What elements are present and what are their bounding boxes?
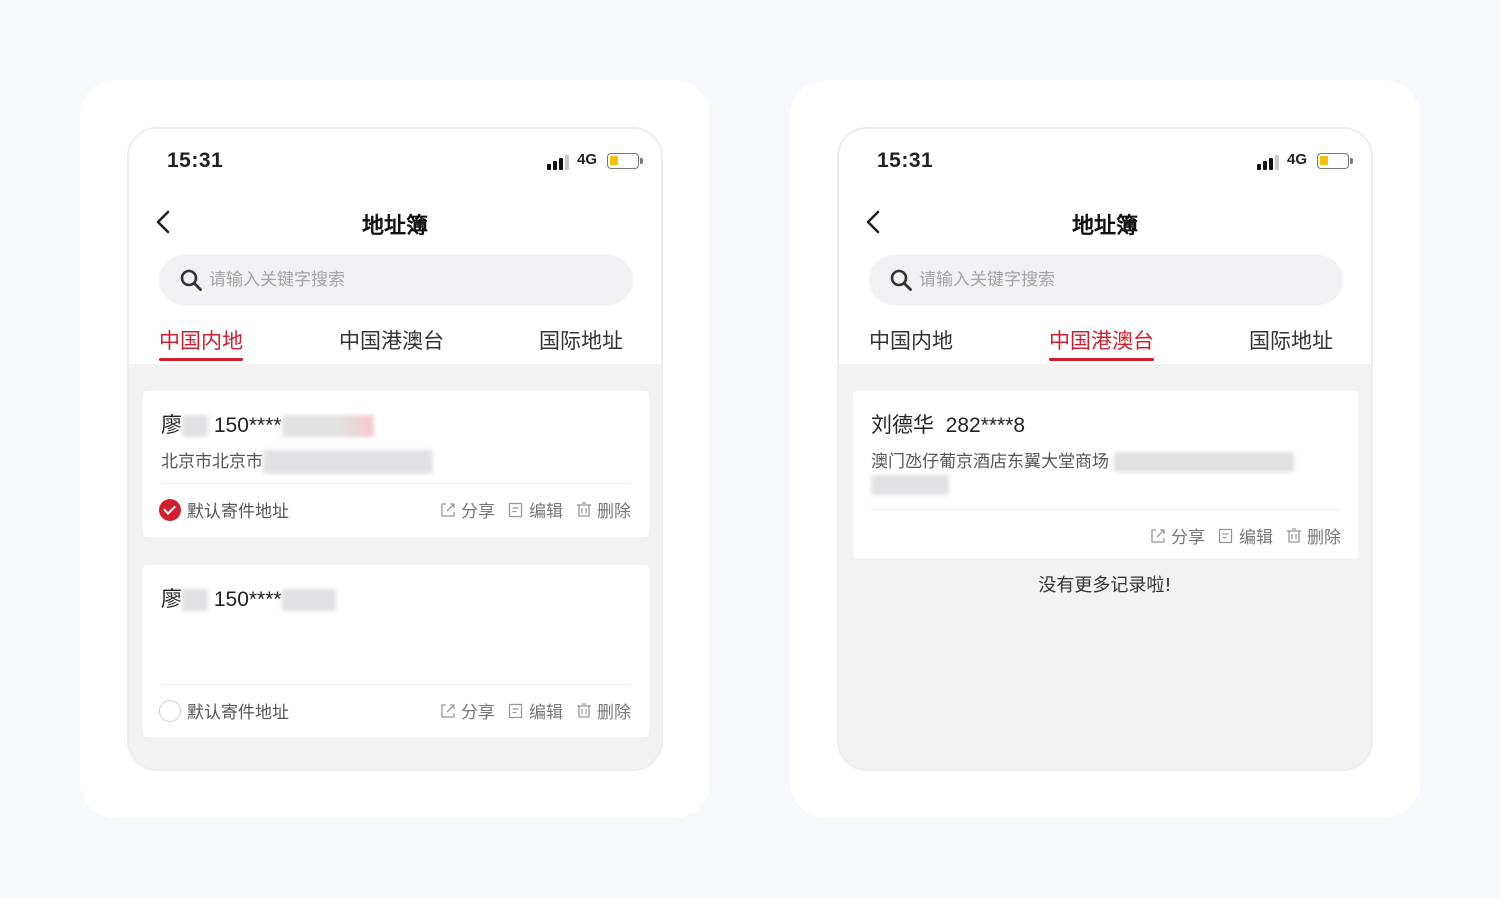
- tab-hk-macau-taiwan[interactable]: 中国港澳台: [1049, 325, 1154, 361]
- edit-label: 编辑: [529, 703, 563, 723]
- search-input[interactable]: [919, 255, 1319, 305]
- divider: [871, 509, 1341, 510]
- edit-icon: [508, 502, 523, 517]
- default-sender-toggle[interactable]: 默认寄件地址: [159, 698, 289, 723]
- edit-button[interactable]: 编辑: [507, 497, 563, 522]
- battery-icon: [607, 153, 643, 169]
- contact-line: 刘德华 282****8: [871, 409, 1025, 439]
- delete-button[interactable]: 删除: [575, 497, 631, 522]
- contact-name: 刘德华: [871, 414, 934, 437]
- delete-label: 删除: [597, 502, 631, 522]
- address-line: 北京市北京市: [161, 447, 433, 474]
- search-input[interactable]: [209, 255, 609, 305]
- phone-frame: 15:31 4G 地址簿 中国内地: [837, 127, 1373, 771]
- network-label: 4G: [1287, 151, 1308, 168]
- contact-phone: 282****8: [945, 414, 1026, 437]
- share-label: 分享: [461, 502, 495, 522]
- edit-icon: [508, 703, 523, 718]
- tab-international[interactable]: 国际地址: [1249, 325, 1333, 355]
- share-label: 分享: [461, 703, 495, 723]
- address-text: 北京市北京市: [161, 452, 263, 472]
- status-bar: 15:31 4G: [129, 129, 661, 199]
- edit-button[interactable]: 编辑: [507, 698, 563, 723]
- trash-icon: [1287, 527, 1301, 543]
- tab-mainland[interactable]: 中国内地: [869, 325, 953, 355]
- share-label: 分享: [1171, 528, 1205, 548]
- page-title: 地址簿: [361, 214, 428, 239]
- address-card[interactable]: 廖 150**** 北京市北京市 默认寄件地址 分享 编辑 删除: [143, 391, 649, 537]
- card-actions: 分享 编辑 删除: [439, 497, 631, 522]
- signal-icon: [547, 154, 571, 170]
- trash-icon: [577, 702, 591, 718]
- phone-frame: 15:31 4G 地址簿 中国内地: [127, 127, 663, 771]
- redacted-block: [281, 415, 374, 438]
- tab-mainland[interactable]: 中国内地: [159, 325, 243, 361]
- delete-label: 删除: [1307, 528, 1341, 548]
- signal-icon: [1257, 154, 1281, 170]
- address-card[interactable]: 廖 150**** 默认寄件地址 分享 编辑 删除: [143, 565, 649, 737]
- contact-line: 廖 150****: [161, 583, 336, 613]
- search-bar[interactable]: [869, 255, 1343, 305]
- header-area: 15:31 4G 地址簿 中国内地: [839, 129, 1371, 364]
- delete-label: 删除: [597, 703, 631, 723]
- edit-label: 编辑: [529, 502, 563, 522]
- card-actions: 分享 编辑 删除: [1149, 523, 1341, 548]
- redacted-block: [182, 415, 208, 438]
- screen-panel-hk-macau-taiwan: 15:31 4G 地址簿 中国内地: [790, 80, 1420, 818]
- contact-name: 廖: [161, 588, 182, 611]
- divider: [161, 483, 631, 484]
- screen-panel-mainland: 15:31 4G 地址簿 中国内地: [80, 80, 710, 818]
- redacted-block: [871, 475, 949, 495]
- contact-phone: 150****: [213, 414, 282, 437]
- region-tabs: 中国内地 中国港澳台 国际地址: [129, 325, 661, 364]
- share-icon: [1151, 528, 1165, 543]
- redacted-block: [281, 589, 336, 612]
- share-button[interactable]: 分享: [1149, 523, 1205, 548]
- share-icon: [441, 703, 455, 718]
- search-icon: [180, 269, 202, 291]
- checked-radio-icon[interactable]: [159, 498, 181, 521]
- search-icon: [890, 269, 912, 291]
- status-bar: 15:31 4G: [839, 129, 1371, 199]
- default-label: 默认寄件地址: [187, 502, 289, 522]
- tab-international[interactable]: 国际地址: [539, 325, 623, 355]
- address-line: 澳门氹仔葡京酒店东翼大堂商场: [871, 447, 1295, 472]
- default-sender-toggle[interactable]: 默认寄件地址: [159, 497, 289, 522]
- tab-hk-macau-taiwan[interactable]: 中国港澳台: [339, 325, 444, 355]
- share-button[interactable]: 分享: [439, 698, 495, 723]
- contact-phone: 150****: [213, 588, 282, 611]
- trash-icon: [577, 501, 591, 517]
- contact-line: 廖 150****: [161, 409, 374, 439]
- status-time: 15:31: [167, 149, 224, 172]
- header-area: 15:31 4G 地址簿 中国内地: [129, 129, 661, 364]
- address-text: 澳门氹仔葡京酒店东翼大堂商场: [871, 452, 1109, 472]
- default-label: 默认寄件地址: [187, 703, 289, 723]
- network-label: 4G: [577, 151, 598, 168]
- nav-bar: 地址簿: [839, 201, 1371, 245]
- unchecked-radio-icon[interactable]: [159, 699, 181, 722]
- battery-icon: [1317, 153, 1353, 169]
- redacted-block: [1114, 452, 1295, 472]
- divider: [161, 684, 631, 685]
- redacted-block: [182, 589, 208, 612]
- edit-icon: [1218, 528, 1233, 543]
- page-title: 地址簿: [1071, 214, 1138, 239]
- delete-button[interactable]: 删除: [575, 698, 631, 723]
- card-actions: 分享 编辑 删除: [439, 698, 631, 723]
- nav-bar: 地址簿: [129, 201, 661, 245]
- edit-label: 编辑: [1239, 528, 1273, 548]
- region-tabs: 中国内地 中国港澳台 国际地址: [839, 325, 1371, 364]
- status-time: 15:31: [877, 149, 934, 172]
- contact-name: 廖: [161, 414, 182, 437]
- search-bar[interactable]: [159, 255, 633, 305]
- delete-button[interactable]: 删除: [1285, 523, 1341, 548]
- redacted-block: [263, 450, 433, 474]
- edit-button[interactable]: 编辑: [1217, 523, 1273, 548]
- share-button[interactable]: 分享: [439, 497, 495, 522]
- address-card[interactable]: 刘德华 282****8 澳门氹仔葡京酒店东翼大堂商场 分享 编辑 删除: [853, 391, 1359, 559]
- share-icon: [441, 502, 455, 517]
- no-more-records-text: 没有更多记录啦!: [1038, 575, 1172, 596]
